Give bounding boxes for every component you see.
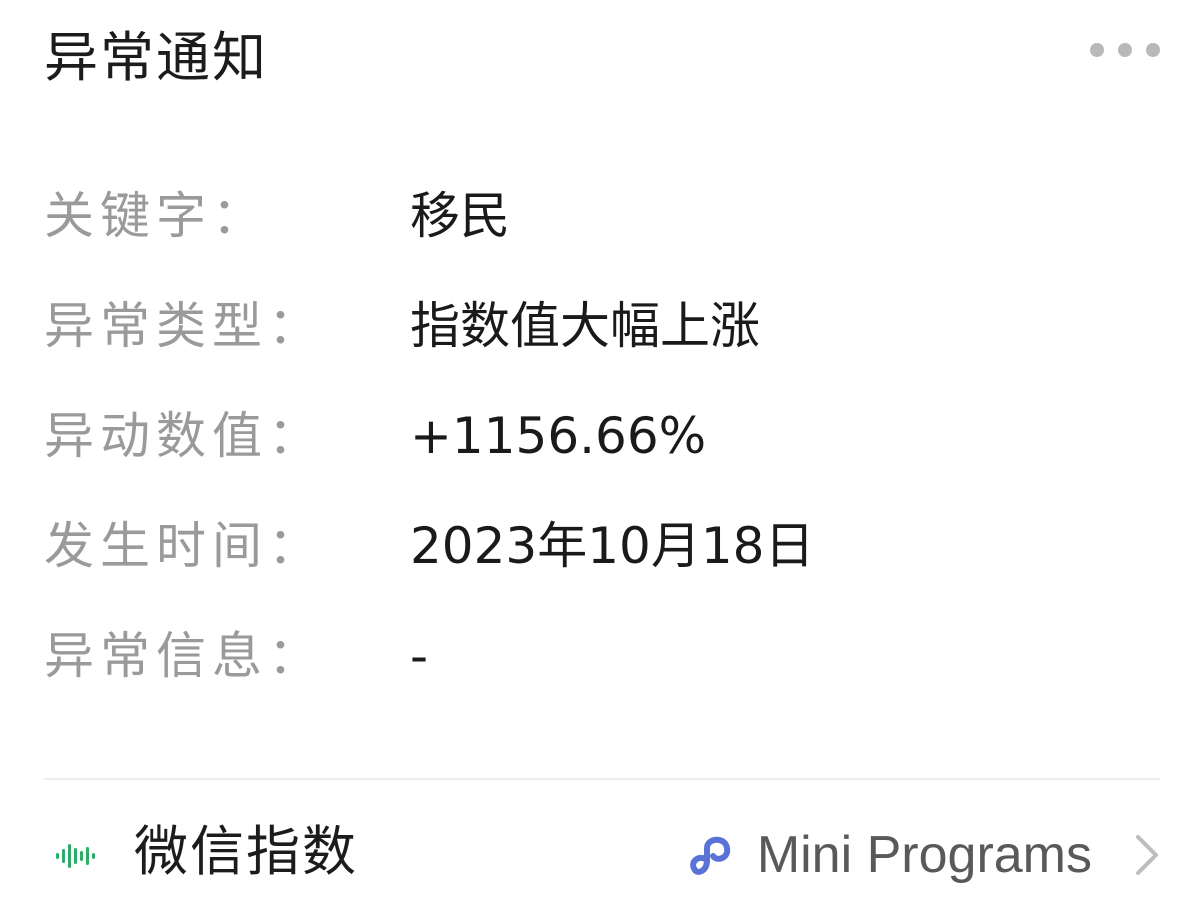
detail-row-keyword: 关键字： 移民 (44, 162, 1160, 272)
detail-value: 指数值大幅上涨 (410, 297, 760, 355)
card-footer[interactable]: 微信指数 Mini Programs (44, 800, 1160, 910)
more-options-button[interactable] (1090, 38, 1160, 62)
detail-label: 异动数值： (44, 407, 324, 465)
more-dot-icon (1146, 43, 1160, 57)
divider (44, 778, 1160, 780)
detail-value: +1156.66% (410, 407, 707, 465)
detail-row-occurred-time: 发生时间： 2023年10月18日 (44, 492, 1160, 602)
mini-programs-link[interactable]: Mini Programs (685, 820, 1160, 890)
detail-row-anomaly-type: 异常类型： 指数值大幅上涨 (44, 272, 1160, 382)
detail-label: 异常类型： (44, 297, 324, 355)
detail-row-anomaly-info: 异常信息： - (44, 602, 1160, 712)
detail-label: 异常信息： (44, 627, 324, 685)
more-dot-icon (1090, 43, 1104, 57)
detail-label: 发生时间： (44, 517, 324, 575)
more-dot-icon (1118, 43, 1132, 57)
detail-row-change-value: 异动数值： +1156.66% (44, 382, 1160, 492)
mini-programs-label: Mini Programs (756, 826, 1092, 884)
mini-program-icon (690, 836, 730, 875)
brand-name: 微信指数 (134, 820, 358, 883)
wechat-index-icon (56, 844, 95, 868)
chevron-right-icon (1136, 835, 1158, 875)
detail-value: - (410, 627, 429, 685)
detail-label: 关键字： (44, 187, 268, 245)
card-header: 异常通知 (44, 22, 1160, 94)
detail-list: 关键字： 移民 异常类型： 指数值大幅上涨 异动数值： +1156.66% 发生… (44, 162, 1160, 712)
detail-value: 2023年10月18日 (410, 517, 815, 575)
detail-value: 移民 (410, 187, 510, 245)
notification-card: 异常通知 关键字： 移民 异常类型： 指数值大幅上涨 异动数值： +1156.6… (0, 0, 1200, 921)
card-title: 异常通知 (44, 26, 268, 89)
